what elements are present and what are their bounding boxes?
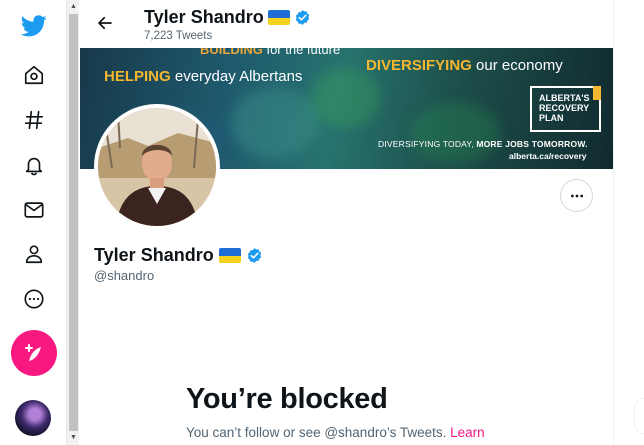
recovery-plan-logo: ALBERTA'S RECOVERY PLAN bbox=[530, 86, 601, 132]
verified-badge-icon bbox=[247, 248, 261, 263]
profile-name: Tyler Shandro bbox=[94, 245, 214, 265]
ukraine-flag-icon bbox=[218, 248, 241, 263]
messages-envelope-icon[interactable] bbox=[12, 188, 56, 232]
explore-hashtag-icon[interactable] bbox=[12, 98, 56, 142]
scroll-down-arrow-icon[interactable]: ▼ bbox=[69, 433, 78, 443]
banner-building-text: BUILDING for the future bbox=[200, 48, 341, 57]
compose-tweet-button[interactable] bbox=[11, 330, 57, 376]
scrollbar[interactable]: ▲ ▼ bbox=[66, 0, 79, 445]
header-title: Tyler Shandro bbox=[144, 7, 311, 28]
home-icon[interactable] bbox=[12, 53, 56, 97]
verified-badge-icon bbox=[295, 10, 309, 25]
banner-tagline: DIVERSIFYING TODAY, MORE JOBS TOMORROW. bbox=[378, 139, 588, 149]
banner-url: alberta.ca/recovery bbox=[509, 151, 587, 161]
scroll-up-arrow-icon[interactable]: ▲ bbox=[69, 2, 78, 12]
feather-plus-icon bbox=[25, 344, 41, 361]
scroll-thumb[interactable] bbox=[69, 14, 78, 431]
messages-drawer-tab[interactable] bbox=[634, 398, 644, 434]
notifications-bell-icon[interactable] bbox=[12, 143, 56, 187]
back-arrow-icon bbox=[98, 16, 112, 30]
header-name: Tyler Shandro bbox=[144, 7, 264, 27]
blocked-title: You’re blocked bbox=[186, 383, 388, 415]
profile-header: Tyler Shandro 7,223 Tweets bbox=[80, 0, 613, 48]
account-avatar[interactable] bbox=[15, 400, 51, 436]
tweet-count: 7,223 Tweets bbox=[144, 30, 213, 42]
more-circle-icon[interactable] bbox=[12, 277, 56, 321]
profile-name-row: Tyler Shandro bbox=[94, 245, 263, 266]
profile-handle: @shandro bbox=[94, 268, 155, 283]
more-options-button[interactable] bbox=[560, 179, 593, 212]
left-nav bbox=[0, 0, 66, 445]
back-button[interactable] bbox=[92, 10, 118, 36]
banner-diversifying-text: DIVERSIFYING our economy bbox=[366, 57, 563, 74]
right-sidebar-edge bbox=[614, 0, 644, 445]
profile-column: BUILDING for the future HELPING everyday… bbox=[80, 0, 614, 445]
profile-person-icon[interactable] bbox=[12, 232, 56, 276]
profile-avatar[interactable] bbox=[94, 104, 220, 230]
blocked-description: You can’t follow or see @shandro’s Tweet… bbox=[186, 425, 485, 440]
learn-more-link[interactable]: Learn bbox=[450, 425, 485, 440]
ukraine-flag-icon bbox=[267, 10, 290, 25]
twitter-logo-icon[interactable] bbox=[12, 4, 56, 48]
banner-helping-text: HELPING everyday Albertans bbox=[104, 68, 303, 85]
ellipsis-icon bbox=[570, 194, 583, 197]
